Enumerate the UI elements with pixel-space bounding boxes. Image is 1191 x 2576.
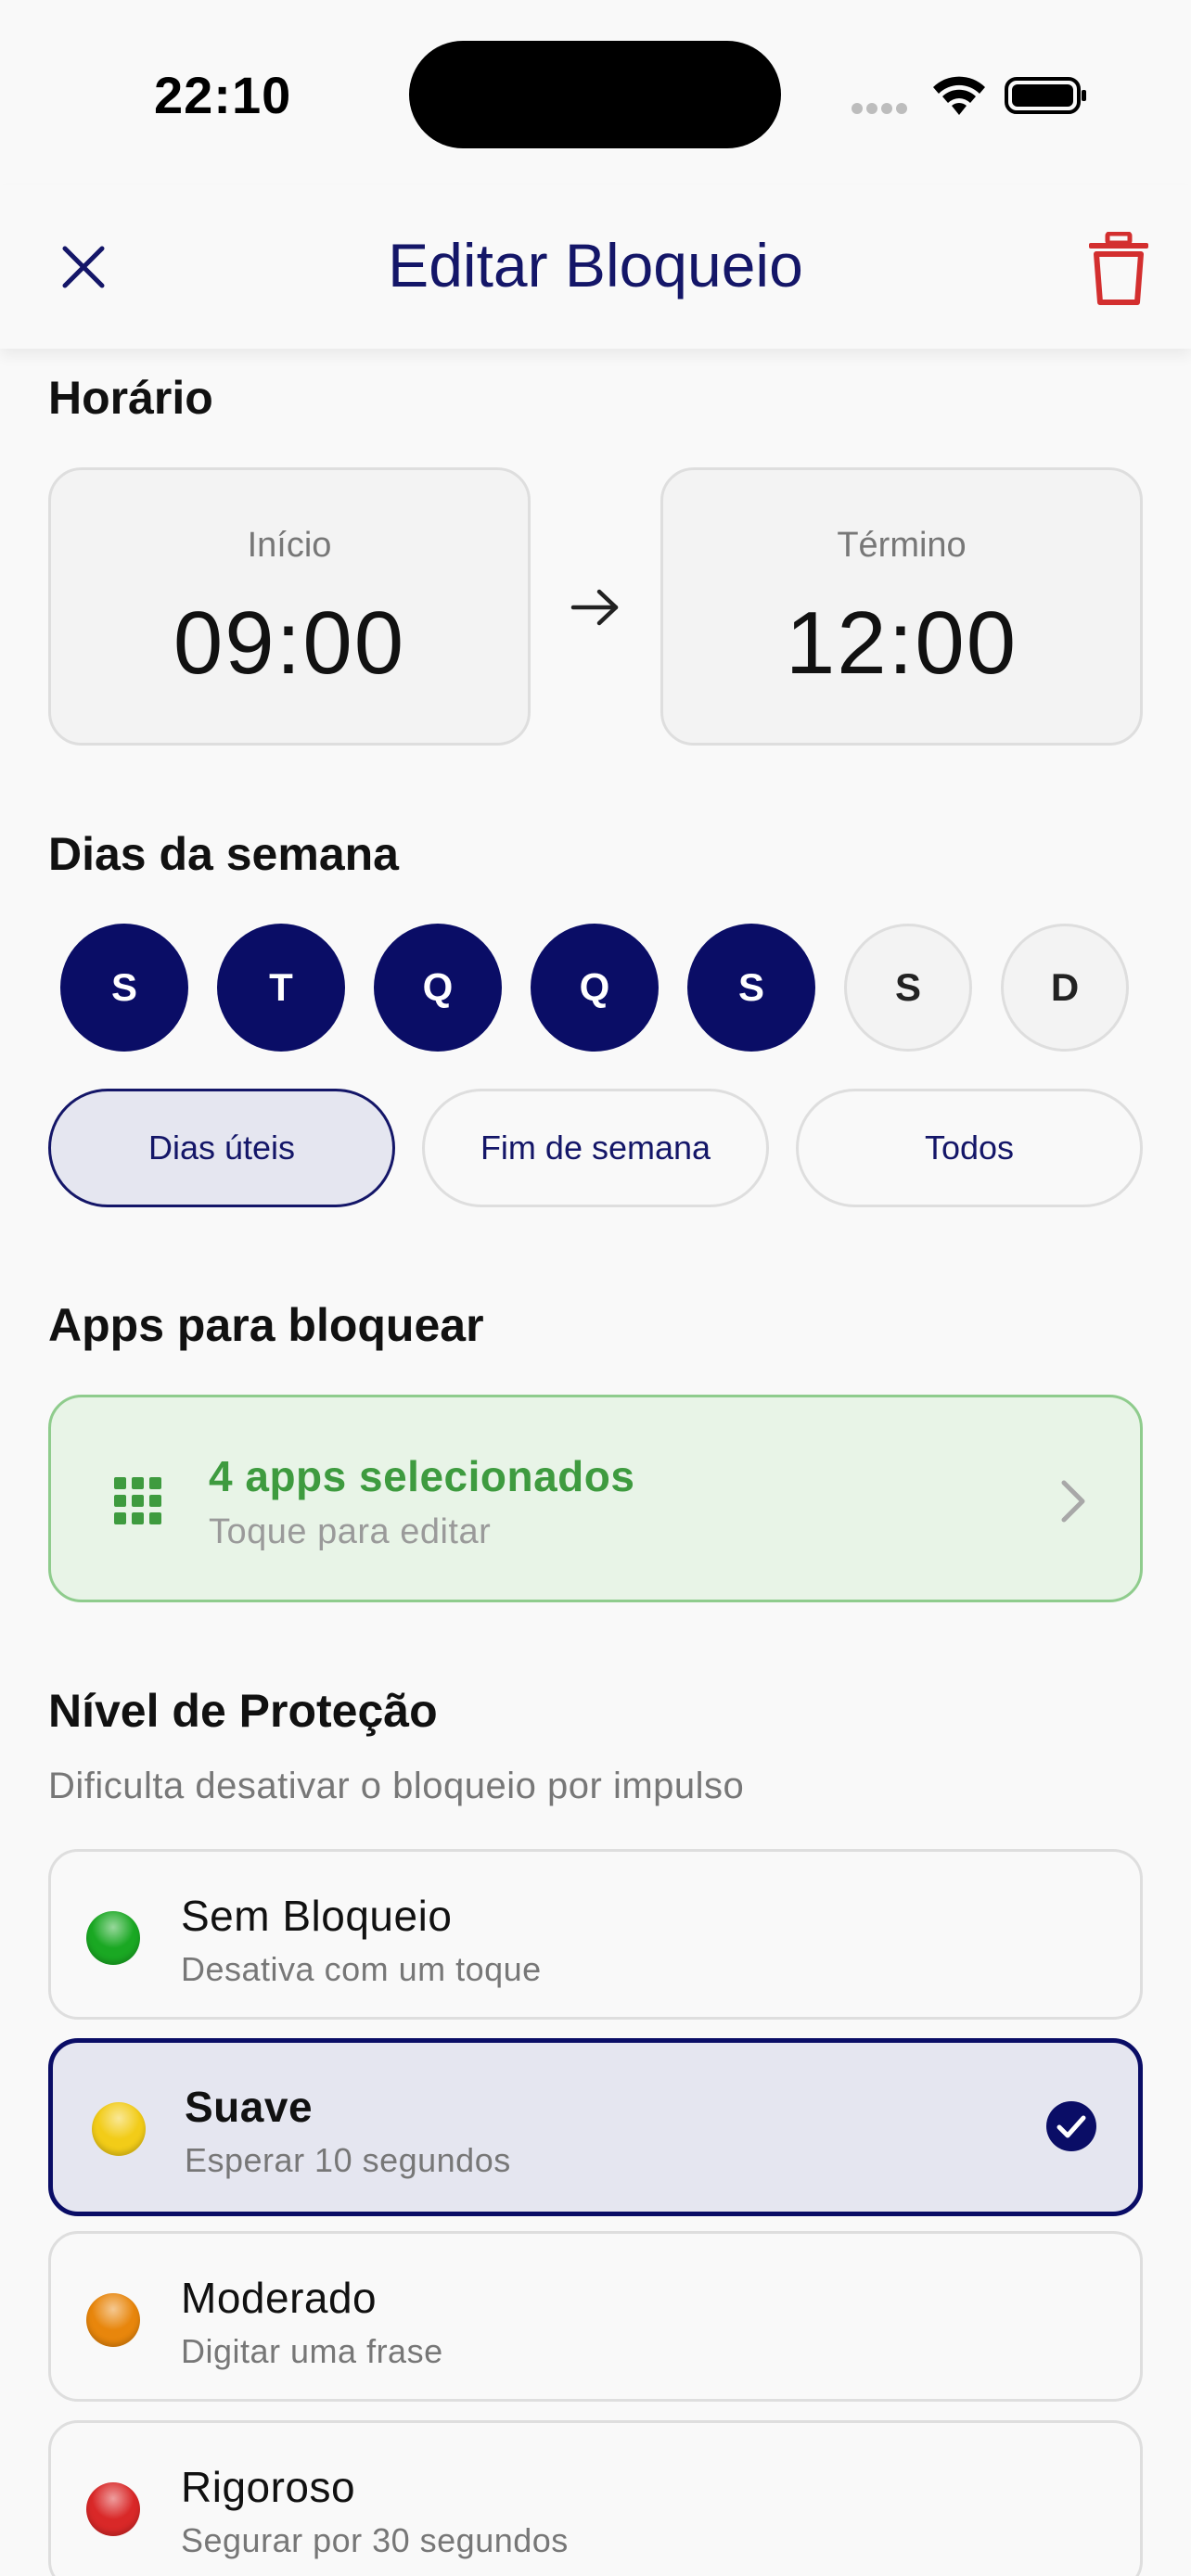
trash-icon[interactable] (1085, 232, 1152, 306)
checkmark-circle-icon (1046, 2101, 1096, 2151)
level-name: Suave (185, 2083, 314, 2131)
level-option-moderate[interactable]: Moderado Digitar uma frase (48, 2231, 1143, 2402)
level-desc: Digitar uma frase (181, 2332, 443, 2370)
red-dot-icon (86, 2482, 140, 2536)
wifi-icon (933, 76, 985, 115)
end-time-value: 12:00 (785, 593, 1018, 693)
schedule-title: Horário (48, 372, 213, 424)
page-title: Editar Bloqueio (388, 231, 803, 300)
apps-count-label: 4 apps selecionados (209, 1452, 635, 1500)
arrow-right-icon (570, 589, 619, 626)
orange-dot-icon (86, 2293, 140, 2347)
status-bar: 22:10 (0, 0, 1191, 185)
level-desc: Segurar por 30 segundos (181, 2521, 569, 2559)
level-desc: Desativa com um toque (181, 1950, 542, 1988)
start-time-card[interactable]: Início 09:00 (48, 467, 531, 746)
day-toggle-tuesday[interactable]: T (217, 924, 345, 1052)
days-title: Dias da semana (48, 828, 399, 880)
preset-weekdays-button[interactable]: Dias úteis (48, 1089, 395, 1207)
day-toggle-monday[interactable]: S (60, 924, 188, 1052)
day-toggle-thursday[interactable]: Q (531, 924, 659, 1052)
protection-subtitle: Dificulta desativar o bloqueio por impul… (48, 1766, 745, 1806)
nav-bar: Editar Bloqueio (0, 185, 1191, 349)
preset-weekend-button[interactable]: Fim de semana (422, 1089, 769, 1207)
level-name: Moderado (181, 2274, 378, 2322)
battery-icon (1005, 77, 1086, 114)
day-toggle-friday[interactable]: S (687, 924, 815, 1052)
green-dot-icon (86, 1911, 140, 1965)
end-time-card[interactable]: Término 12:00 (660, 467, 1143, 746)
level-option-soft[interactable]: Suave Esperar 10 segundos (48, 2038, 1143, 2216)
yellow-dot-icon (92, 2102, 146, 2156)
apps-selector-card[interactable]: 4 apps selecionados Toque para editar (48, 1395, 1143, 1602)
level-desc: Esperar 10 segundos (185, 2141, 511, 2179)
status-time: 22:10 (154, 66, 292, 124)
level-name: Rigoroso (181, 2463, 356, 2511)
chevron-right-icon (1061, 1480, 1085, 1523)
apps-hint: Toque para editar (209, 1512, 492, 1551)
grid-icon (114, 1477, 161, 1524)
start-time-label: Início (247, 526, 332, 565)
level-name: Sem Bloqueio (181, 1892, 453, 1940)
end-time-label: Término (837, 526, 967, 565)
day-toggle-wednesday[interactable]: Q (374, 924, 502, 1052)
protection-title: Nível de Proteção (48, 1685, 438, 1737)
level-option-strict[interactable]: Rigoroso Segurar por 30 segundos (48, 2420, 1143, 2576)
start-time-value: 09:00 (173, 593, 406, 693)
cellular-signal-icon (852, 102, 913, 115)
apps-title: Apps para bloquear (48, 1299, 484, 1351)
day-toggle-sunday[interactable]: D (1001, 924, 1129, 1052)
dynamic-island (409, 41, 781, 148)
level-option-none[interactable]: Sem Bloqueio Desativa com um toque (48, 1849, 1143, 2020)
day-toggle-saturday[interactable]: S (844, 924, 972, 1052)
preset-all-button[interactable]: Todos (796, 1089, 1143, 1207)
